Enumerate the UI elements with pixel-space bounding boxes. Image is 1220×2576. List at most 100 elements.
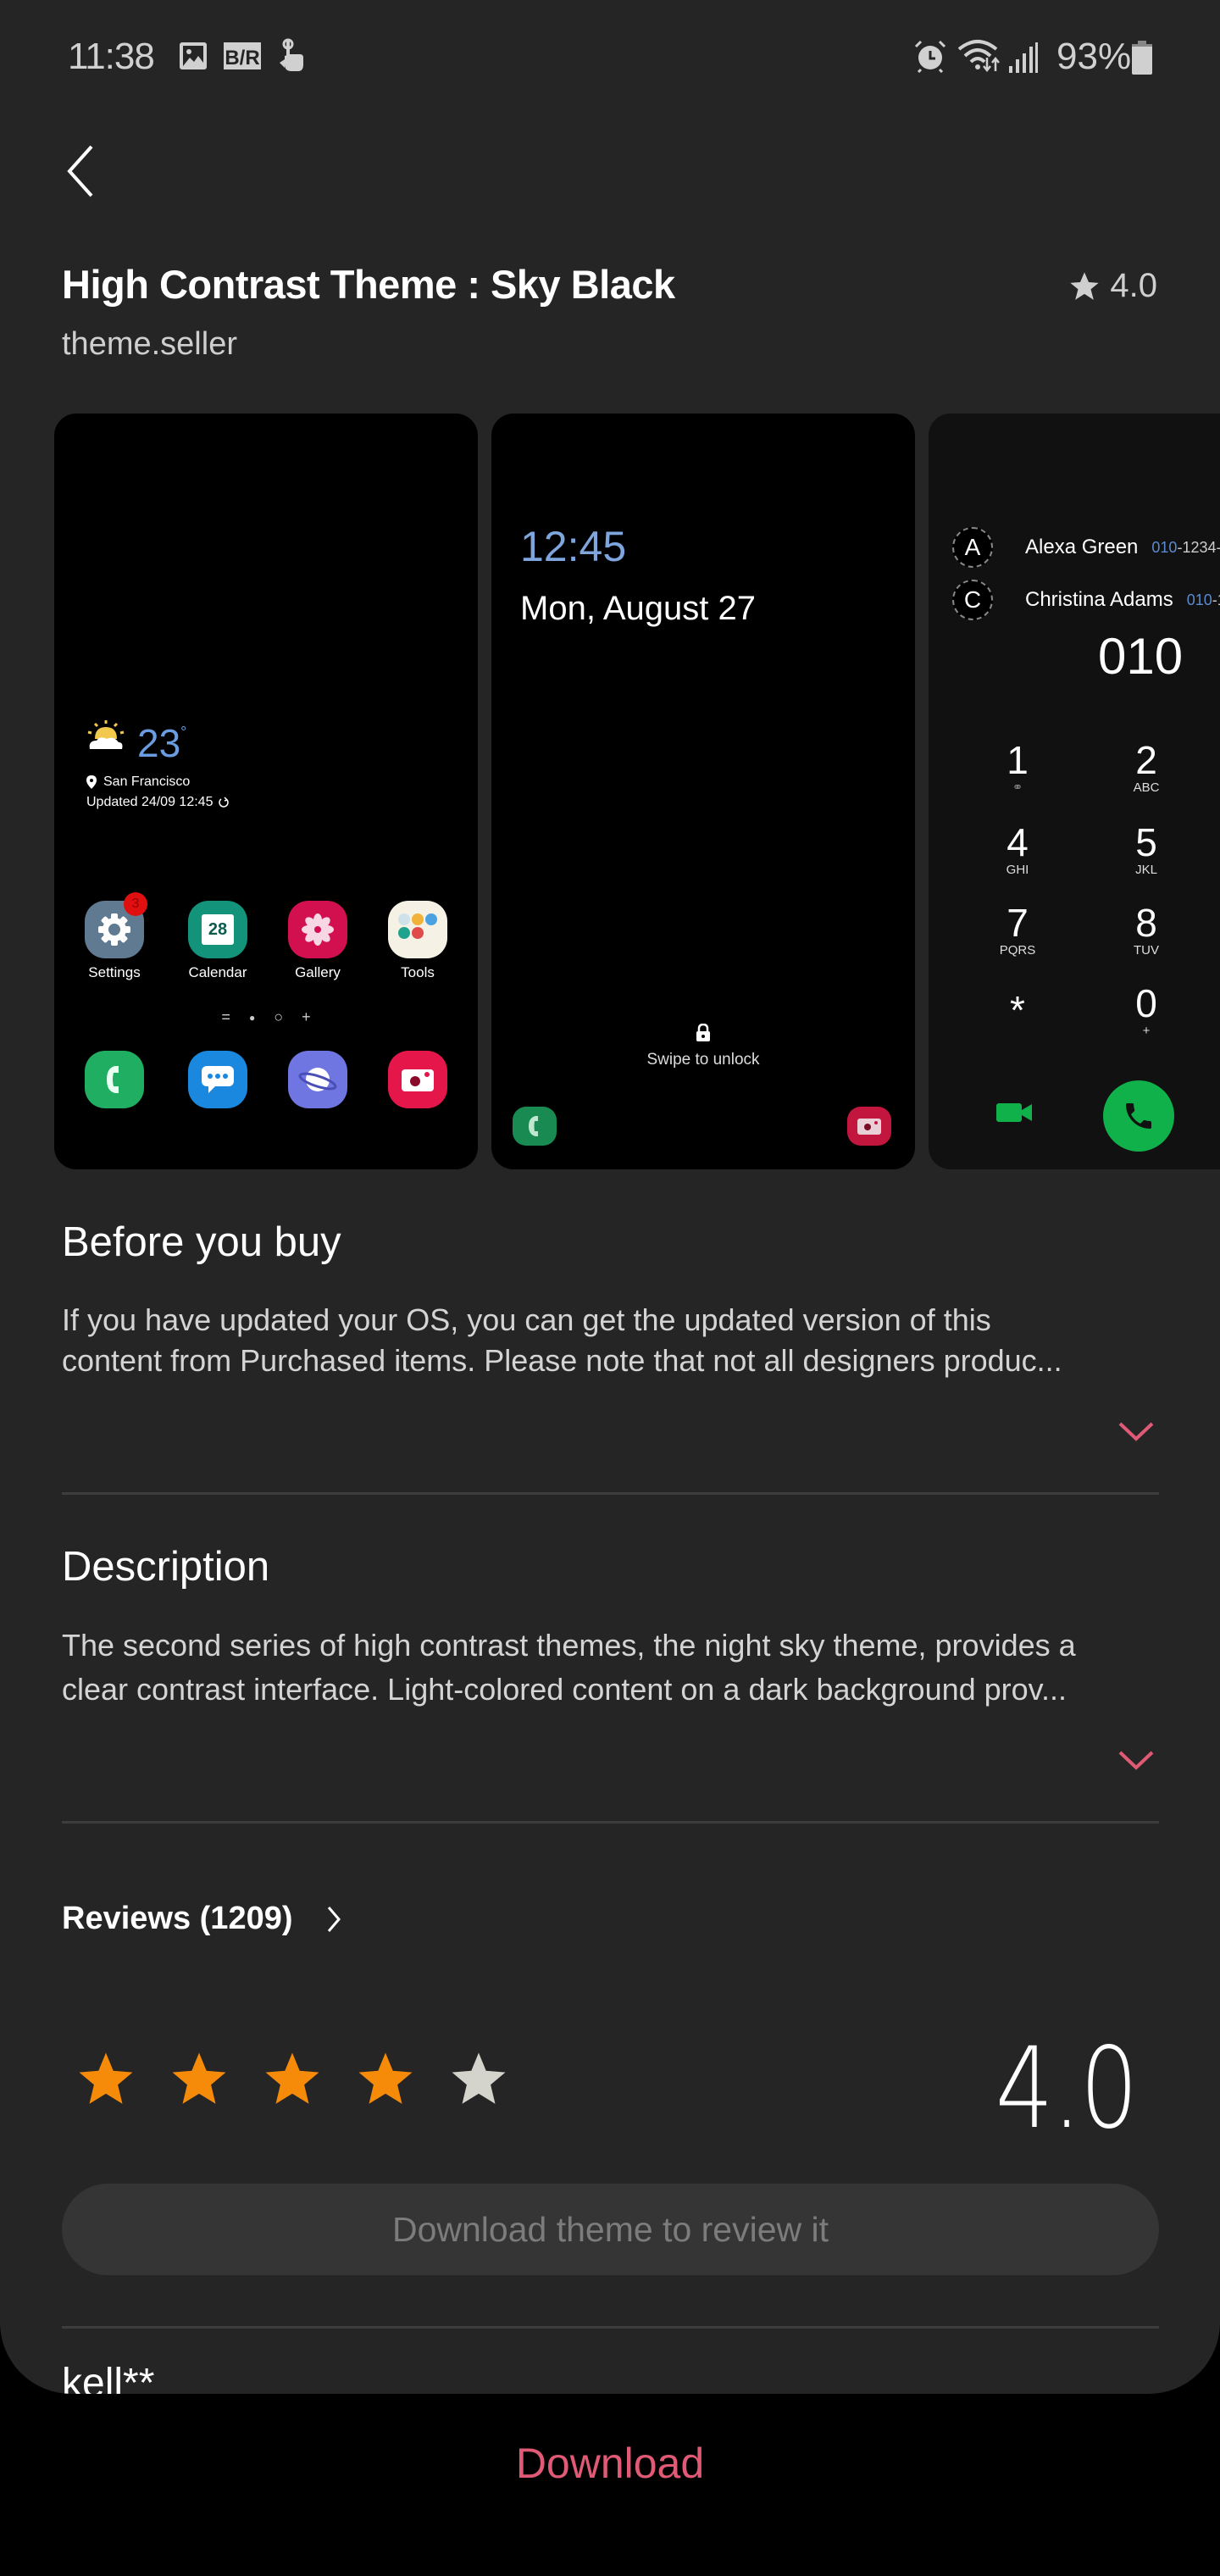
app-label-tools: Tools	[401, 964, 435, 980]
contact-number: 010-1234-5	[1151, 538, 1220, 556]
voicemail-icon: ⚭	[1012, 780, 1023, 795]
screenshot-dialer[interactable]: A Alexa Green 010-1234-5 C Christina Ada…	[929, 414, 1220, 1169]
description-line: clear contrast interface. Light-colored …	[62, 1672, 1067, 1707]
bleacher-report-icon: B/R	[224, 41, 261, 75]
star-icon	[1070, 271, 1100, 300]
page-indicator-menu: =	[221, 1008, 230, 1025]
calendar-icon: 28	[202, 914, 234, 945]
page-indicator-page: ○	[274, 1008, 284, 1025]
download-button[interactable]: Download	[0, 2439, 1220, 2488]
camera-icon	[402, 1069, 434, 1091]
expand-description-button[interactable]	[1115, 1744, 1157, 1778]
section-divider	[62, 1492, 1159, 1495]
dock-messages	[188, 1051, 247, 1108]
page-indicator: = ● ○ +	[54, 1008, 478, 1027]
dial-key: 8 TUV	[1134, 901, 1159, 958]
signal-icon	[1008, 42, 1039, 77]
dock-phone	[85, 1051, 144, 1108]
before-you-buy-heading: Before you buy	[62, 1219, 341, 1265]
download-to-review-button[interactable]: Download theme to review it	[62, 2184, 1159, 2275]
weather-updated: Updated 24/09 12:45	[86, 795, 230, 810]
dock-internet	[288, 1051, 347, 1108]
screenshot-lockscreen[interactable]: 12:45 Mon, August 27 Swipe to unlock	[491, 414, 915, 1169]
dial-key: 5 JKL	[1135, 820, 1157, 877]
updated-text: Updated 24/09 12:45	[86, 795, 214, 809]
app-label-settings: Settings	[88, 964, 141, 980]
contact-name: Christina Adams	[1025, 588, 1173, 611]
dial-key: 2 ABC	[1133, 738, 1160, 795]
battery-icon	[1132, 41, 1152, 79]
star-empty-icon	[452, 2052, 506, 2104]
back-button[interactable]	[59, 140, 102, 199]
gesture-icon	[276, 37, 305, 77]
message-bubble-icon	[202, 1066, 234, 1093]
weather-location: San Francisco	[86, 774, 190, 790]
header-rating-value: 4.0	[1110, 267, 1157, 304]
star-rating	[75, 2049, 510, 2110]
description-heading: Description	[62, 1544, 270, 1590]
temperature-value: 23	[137, 721, 181, 765]
screenshot-carousel[interactable]: 23° San Francisco Updated 24/09 12:45 3 …	[0, 414, 1220, 1169]
phone-handset-icon	[1126, 1103, 1151, 1129]
alarm-icon	[913, 39, 947, 77]
contact-suggestion: A Alexa Green 010-1234-5	[952, 527, 1220, 568]
chevron-down-icon	[1118, 1422, 1154, 1441]
dial-key: 4 GHI	[1006, 820, 1029, 877]
lockscreen-phone-shortcut	[513, 1107, 557, 1146]
contact-number: 010-1	[1186, 591, 1220, 608]
location-pin-icon	[86, 775, 97, 789]
star-filled-icon	[172, 2052, 226, 2104]
phone-icon	[107, 1066, 119, 1093]
camera-icon	[857, 1119, 881, 1135]
seller-link[interactable]: theme.seller	[62, 326, 237, 363]
chevron-right-icon	[327, 1906, 341, 1932]
contact-suggestion: C Christina Adams 010-1	[952, 580, 1220, 620]
reviewer-name: kell**	[62, 2361, 155, 2394]
contact-avatar: A	[952, 527, 993, 568]
lockscreen-camera-shortcut	[847, 1107, 891, 1146]
planet-icon	[298, 1068, 337, 1091]
status-time: 11:38	[68, 36, 155, 77]
description-line: The second series of high contrast theme…	[62, 1628, 1076, 1663]
folder-icon	[398, 913, 437, 939]
degree-symbol: °	[180, 724, 187, 741]
battery-percent: 93%	[1056, 36, 1132, 77]
chevron-down-icon	[1118, 1751, 1154, 1770]
app-calendar: 28	[188, 901, 247, 958]
status-bar: 11:38 B/R 93%	[0, 0, 1220, 119]
dial-key: 1 ⚭	[967, 740, 1068, 796]
lock-icon	[491, 1023, 915, 1046]
description-body: The second series of high contrast theme…	[62, 1624, 1163, 1712]
app-gallery	[288, 901, 347, 958]
reviews-link[interactable]: Reviews (1209)	[62, 1901, 342, 1937]
theme-detail-sheet: 11:38 B/R 93% High Contrast Theme : Sky …	[0, 0, 1220, 2394]
wifi-icon	[957, 39, 1001, 77]
average-rating-value: 4.0	[995, 2024, 1139, 2154]
location-text: San Francisco	[103, 774, 191, 789]
weather-partly-cloudy-icon	[86, 719, 125, 757]
video-call-icon	[996, 1102, 1034, 1128]
star-filled-icon	[265, 2052, 319, 2104]
swipe-to-unlock-hint: Swipe to unlock	[646, 1051, 760, 1069]
app-tools-folder	[388, 901, 447, 958]
lockscreen-time: 12:45	[520, 523, 627, 570]
lockscreen-date: Mon, August 27	[520, 590, 756, 627]
app-label-calendar: Calendar	[188, 964, 247, 980]
refresh-icon	[219, 797, 230, 808]
settings-badge: 3	[124, 892, 147, 916]
page-indicator-home: ●	[248, 1012, 256, 1024]
svg-text:B/R: B/R	[225, 47, 259, 69]
app-label-gallery: Gallery	[295, 964, 341, 980]
theme-title: High Contrast Theme : Sky Black	[62, 262, 675, 307]
dial-key: 7 PQRS	[999, 901, 1036, 958]
section-divider	[62, 1821, 1159, 1824]
call-button	[1103, 1080, 1174, 1152]
expand-before-you-buy-button[interactable]	[1115, 1415, 1157, 1449]
dial-key: *	[1010, 988, 1025, 1032]
screenshot-home[interactable]: 23° San Francisco Updated 24/09 12:45 3 …	[54, 414, 478, 1169]
flower-icon	[302, 913, 334, 946]
dialed-number: 010	[1098, 628, 1184, 685]
before-you-buy-line: If you have updated your OS, you can get…	[62, 1302, 991, 1337]
star-filled-icon	[358, 2052, 413, 2104]
gallery-icon	[178, 41, 208, 75]
